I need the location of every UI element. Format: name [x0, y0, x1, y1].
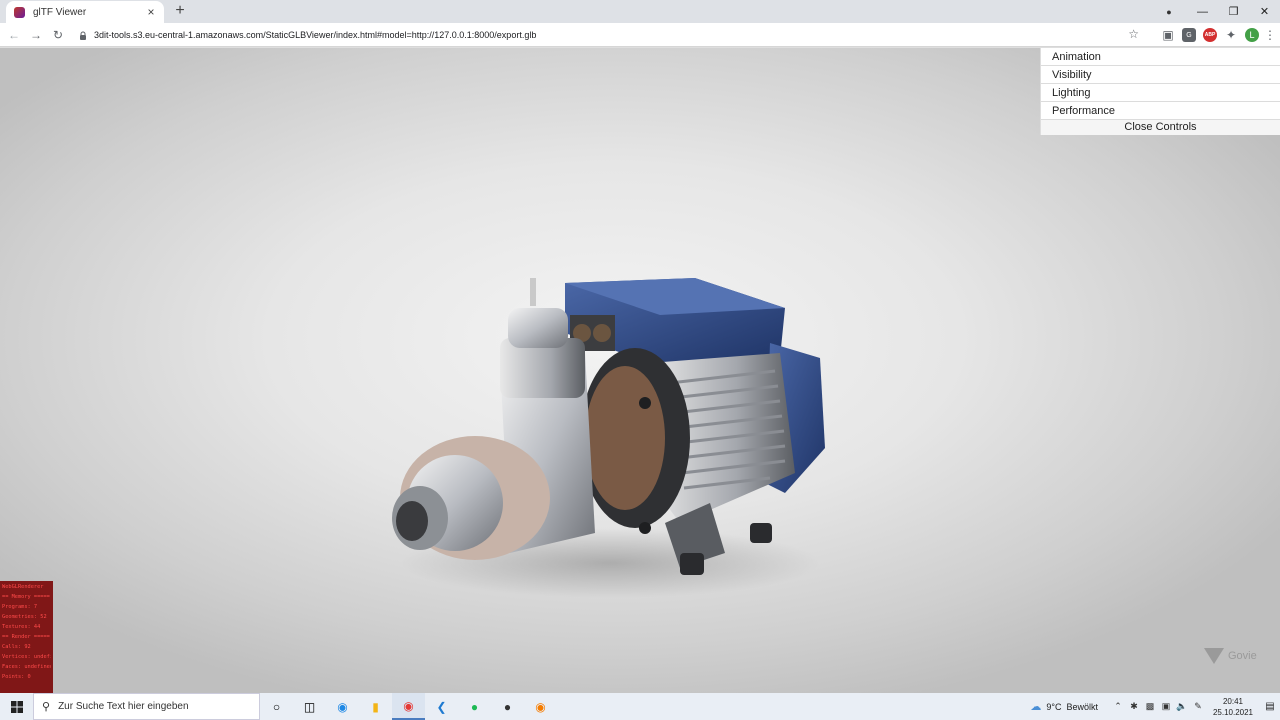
browser-tab-strip: glTF Viewer × + ● — ❐ ✕: [0, 0, 1280, 23]
browser-tab[interactable]: glTF Viewer ×: [6, 1, 164, 23]
window-controls: ● — ❐ ✕: [1157, 0, 1280, 23]
stats-line: Programs: 7: [2, 604, 38, 610]
extensions-puzzle-icon[interactable]: ✦: [1224, 28, 1238, 42]
tab-search-icon[interactable]: ●: [1157, 7, 1181, 17]
search-icon: ⚲: [42, 701, 51, 713]
back-arrow-icon[interactable]: ←: [3, 24, 25, 46]
stats-line: Calls: 92: [2, 644, 31, 650]
tab-close-icon[interactable]: ×: [144, 5, 158, 19]
spotify-icon[interactable]: ●: [458, 693, 491, 720]
stats-line: == Memory =====: [2, 594, 50, 600]
tab-title: glTF Viewer: [33, 6, 87, 18]
stats-line: Vertices: undefined: [2, 654, 51, 660]
task-view-icon[interactable]: ◫: [293, 693, 326, 720]
chrome-icon[interactable]: ◉: [392, 693, 425, 720]
address-bar[interactable]: 3dit-tools.s3.eu-central-1.amazonaws.com…: [76, 26, 1142, 44]
folder-visibility[interactable]: Visibility: [1041, 66, 1280, 84]
notification-center-icon[interactable]: ▤: [1260, 701, 1280, 712]
stats-line: Geometries: 52: [2, 614, 47, 620]
pump-motor-model: [392, 278, 825, 598]
folder-animation[interactable]: Animation: [1041, 48, 1280, 66]
tray-device-icon[interactable]: ▩: [1142, 701, 1158, 712]
lock-icon[interactable]: [76, 26, 90, 44]
stats-line: == Render =====: [2, 634, 50, 640]
adblock-icon[interactable]: ABP: [1203, 28, 1217, 42]
govie-watermark-text: Govie: [1228, 650, 1257, 662]
search-placeholder: Zur Suche Text hier eingeben: [58, 701, 189, 712]
system-tray: ☁ 9°C Bewölkt ⌃ ✱ ▩ ▣ 🔈 ✎ 20:41 25.10.20…: [1030, 693, 1280, 720]
gui-controls-panel: Animation Visibility Lighting Performanc…: [1040, 48, 1280, 135]
stats-line: Faces: undefined: [2, 664, 51, 670]
cloud-icon: ☁: [1030, 701, 1042, 713]
volume-muted-icon[interactable]: 🔈: [1174, 701, 1190, 712]
weather-widget[interactable]: ☁ 9°C Bewölkt: [1030, 700, 1098, 713]
network-icon[interactable]: ▣: [1158, 701, 1174, 712]
restore-button[interactable]: ❐: [1218, 0, 1249, 23]
minimize-button[interactable]: —: [1187, 0, 1218, 23]
stats-line: Points: 0: [2, 674, 31, 680]
renderer-stats-panel: WebGLRenderer == Memory ===== Programs: …: [0, 581, 53, 693]
windows-taskbar: ⚲ Zur Suche Text hier eingeben ○ ◫ ◉ ▮ ◉…: [0, 693, 1280, 720]
blender-icon[interactable]: ◉: [524, 693, 557, 720]
start-button[interactable]: [0, 693, 33, 720]
new-tab-button[interactable]: +: [170, 2, 190, 20]
screenshot-extension-icon[interactable]: ▣: [1161, 28, 1175, 42]
clock-date: 25.10.2021: [1212, 707, 1254, 717]
stats-line: WebGLRenderer: [2, 584, 44, 590]
clock[interactable]: 20:41 25.10.2021: [1210, 696, 1256, 718]
obs-icon[interactable]: ●: [491, 693, 524, 720]
weather-temp: 9°C: [1046, 701, 1062, 712]
file-explorer-icon[interactable]: ▮: [359, 693, 392, 720]
vscode-icon[interactable]: ❮: [425, 693, 458, 720]
edge-icon[interactable]: ◉: [326, 693, 359, 720]
browser-menu-icon[interactable]: ⋮: [1264, 28, 1276, 42]
taskbar-search-box[interactable]: ⚲ Zur Suche Text hier eingeben: [33, 693, 260, 720]
chevron-up-icon[interactable]: ⌃: [1110, 701, 1126, 712]
url-text: 3dit-tools.s3.eu-central-1.amazonaws.com…: [94, 30, 537, 40]
pen-icon[interactable]: ✎: [1190, 701, 1206, 712]
windows-logo-icon: [10, 700, 23, 713]
cortana-icon[interactable]: ○: [260, 693, 293, 720]
govie-logo-icon: [1204, 648, 1224, 664]
weather-text: Bewölkt: [1066, 701, 1098, 712]
bookmark-star-icon[interactable]: ☆: [1128, 27, 1139, 41]
forward-arrow-icon[interactable]: →: [25, 24, 47, 46]
profile-avatar[interactable]: L: [1245, 28, 1259, 42]
tray-app-icon[interactable]: ✱: [1126, 701, 1142, 712]
close-window-button[interactable]: ✕: [1249, 0, 1280, 23]
tab-favicon-icon: [14, 6, 25, 18]
govie-watermark: Govie: [1204, 648, 1257, 664]
browser-toolbar: ← → ↻ 3dit-tools.s3.eu-central-1.amazona…: [0, 23, 1280, 47]
clock-time: 20:41: [1222, 696, 1244, 706]
stats-line: Textures: 44: [2, 624, 41, 630]
extension-g-icon[interactable]: G: [1182, 28, 1196, 42]
folder-performance[interactable]: Performance: [1041, 102, 1280, 120]
gltf-viewport-canvas[interactable]: Animation Visibility Lighting Performanc…: [0, 48, 1280, 693]
close-controls-button[interactable]: Close Controls: [1041, 120, 1280, 135]
extensions-area: ▣ G ABP ✦ L ⋮: [1161, 26, 1276, 44]
folder-lighting[interactable]: Lighting: [1041, 84, 1280, 102]
reload-icon[interactable]: ↻: [47, 24, 69, 46]
